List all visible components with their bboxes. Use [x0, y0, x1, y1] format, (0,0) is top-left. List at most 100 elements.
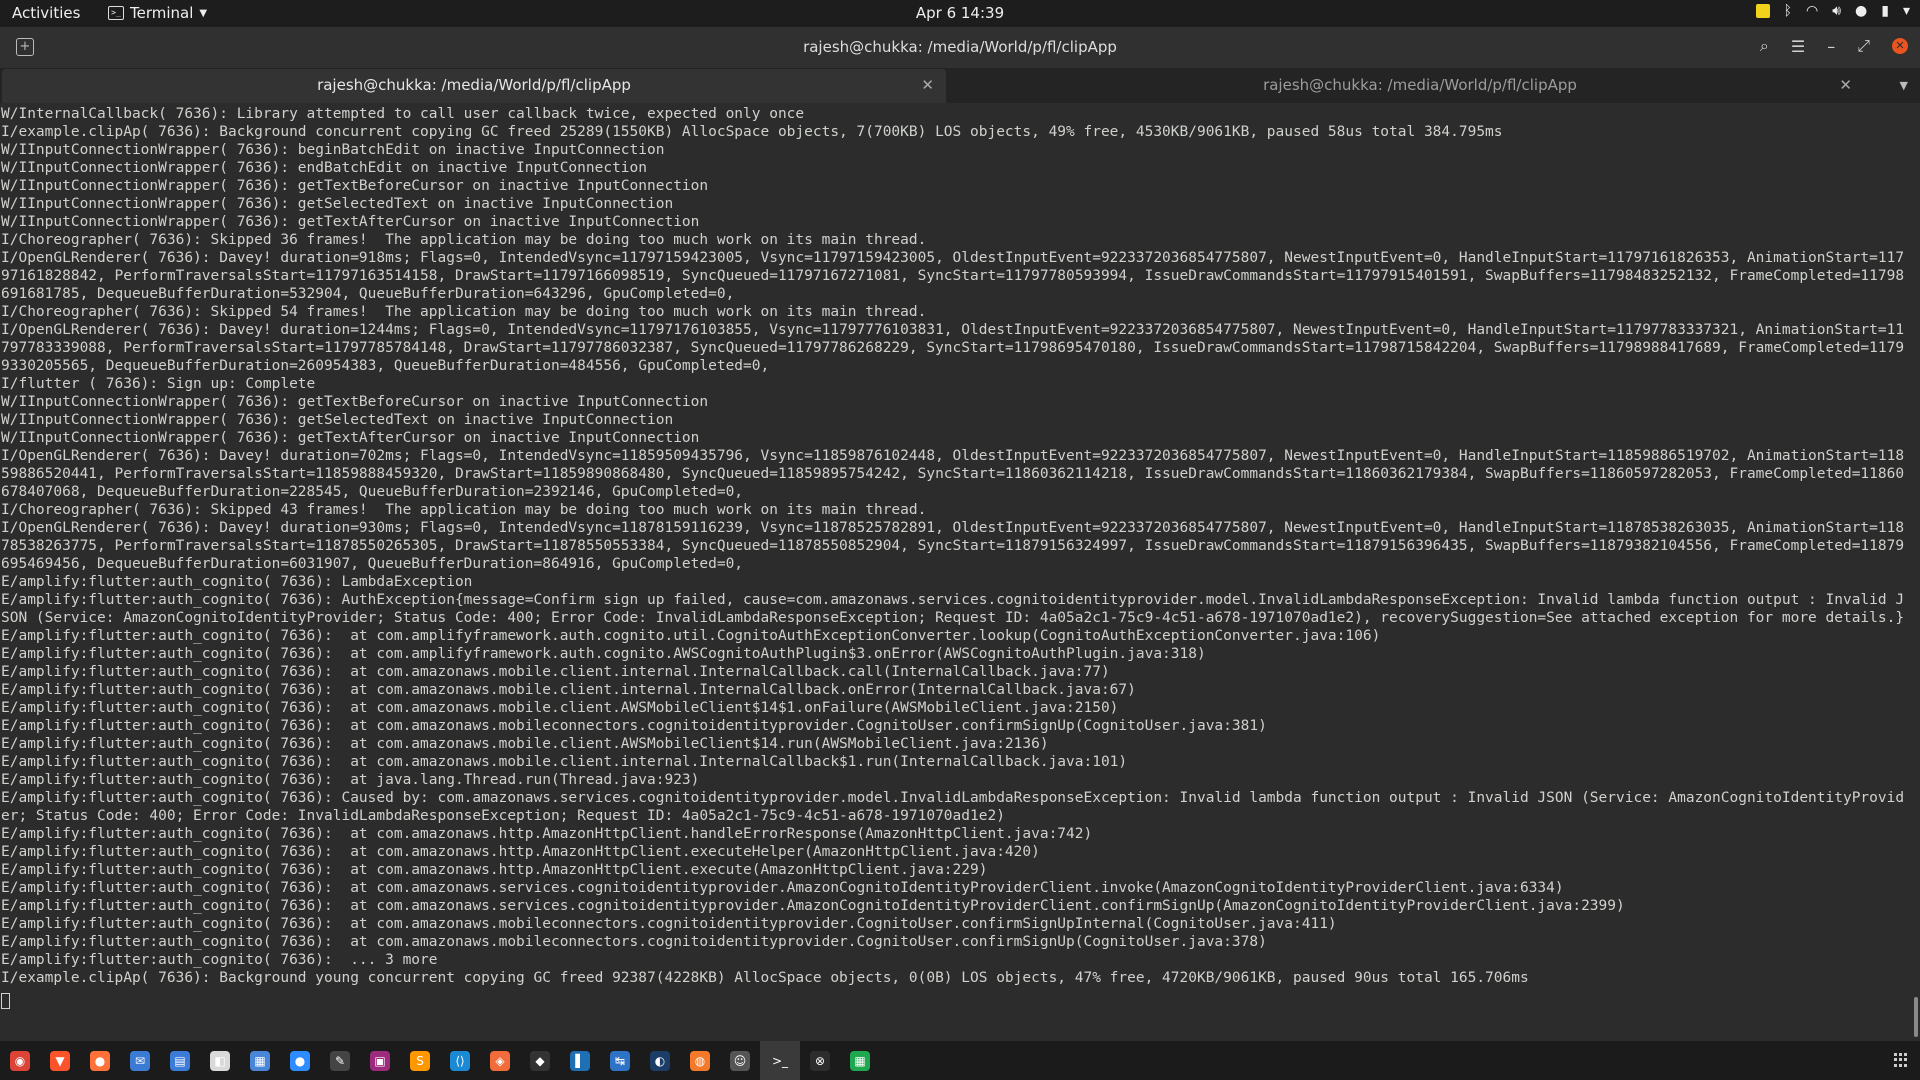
- tab-1[interactable]: rajesh@chukka: /media/World/p/fl/clipApp…: [2, 69, 946, 103]
- chevron-down-icon[interactable]: ▾: [1903, 3, 1910, 19]
- dock-item[interactable]: ◐: [640, 1041, 680, 1080]
- dock-item[interactable]: S: [400, 1041, 440, 1080]
- terminal-line: I/OpenGLRenderer( 7636): Davey! duration…: [1, 322, 1905, 374]
- microphone-icon[interactable]: ●: [1855, 3, 1867, 19]
- terminal-line: I/example.clipAp( 7636): Background youn…: [1, 970, 1529, 986]
- terminal-line: I/OpenGLRenderer( 7636): Davey! duration…: [1, 448, 1905, 500]
- spreadsheet-icon: ▦: [850, 1050, 870, 1071]
- dock-item[interactable]: >_: [760, 1041, 800, 1080]
- dock-item[interactable]: ▣: [360, 1041, 400, 1080]
- dock-item[interactable]: ▦: [240, 1041, 280, 1080]
- sourcetree-icon: ↹: [610, 1050, 630, 1071]
- terminal-output-area[interactable]: W/InternalCallback( 7636): Library attem…: [0, 103, 1912, 1041]
- dock-item[interactable]: ⊗: [800, 1041, 840, 1080]
- bluetooth-icon[interactable]: ᛒ: [1784, 3, 1792, 19]
- dock-item[interactable]: ◆: [520, 1041, 560, 1080]
- terminal-line: E/amplify:flutter:auth_cognito( 7636): a…: [1, 826, 1093, 842]
- sticky-notes-icon[interactable]: [1755, 4, 1770, 18]
- tab-bar: rajesh@chukka: /media/World/p/fl/clipApp…: [0, 69, 1920, 103]
- tab-label: rajesh@chukka: /media/World/p/fl/clipApp: [317, 76, 631, 94]
- firefox-icon: ●: [90, 1050, 110, 1071]
- dock-item[interactable]: ▼: [40, 1041, 80, 1080]
- activities-button[interactable]: Activities: [12, 4, 80, 22]
- wifi-icon[interactable]: ◠: [1806, 3, 1818, 19]
- dock-item[interactable]: ✉: [120, 1041, 160, 1080]
- scrollbar-thumb[interactable]: [1914, 997, 1918, 1037]
- text-editor-icon: ▦: [250, 1050, 270, 1071]
- app-menu[interactable]: >_ Terminal ▼: [108, 4, 207, 22]
- terminal-line: E/amplify:flutter:auth_cognito( 7636): a…: [1, 844, 1040, 860]
- clock[interactable]: Apr 6 14:39: [916, 4, 1004, 22]
- terminal-line: E/amplify:flutter:auth_cognito( 7636): .…: [1, 952, 438, 968]
- android-studio-icon: ▌: [570, 1050, 590, 1071]
- chrome-icon: ◉: [10, 1050, 30, 1071]
- terminal-log: W/InternalCallback( 7636): Library attem…: [0, 103, 1906, 987]
- dock-item[interactable]: ▤: [160, 1041, 200, 1080]
- close-icon[interactable]: ✕: [921, 69, 934, 102]
- maximize-button[interactable]: ⤢: [1857, 36, 1870, 56]
- blender-icon: ◍: [690, 1050, 710, 1071]
- dock-item[interactable]: ↹: [600, 1041, 640, 1080]
- terminal-line: W/IInputConnectionWrapper( 7636): getTex…: [1, 394, 709, 410]
- files-icon: ▤: [170, 1050, 190, 1071]
- scrollbar[interactable]: [1912, 103, 1920, 1041]
- terminal-line: W/InternalCallback( 7636): Library attem…: [1, 106, 805, 122]
- tab-2[interactable]: rajesh@chukka: /media/World/p/fl/clipApp…: [948, 69, 1892, 103]
- terminal-line: W/IInputConnectionWrapper( 7636): getTex…: [1, 430, 700, 446]
- software-icon: ◧: [210, 1050, 230, 1071]
- dock-item[interactable]: ◧: [200, 1041, 240, 1080]
- jetbrains-icon: ▣: [370, 1050, 390, 1071]
- dock-item[interactable]: ◈: [480, 1041, 520, 1080]
- terminal-line: W/IInputConnectionWrapper( 7636): getSel…: [1, 412, 674, 428]
- terminal-icon: >_: [108, 6, 124, 20]
- dock-item[interactable]: ●: [80, 1041, 120, 1080]
- search-icon[interactable]: ⌕: [1760, 36, 1769, 56]
- dock-item[interactable]: ☺: [720, 1041, 760, 1080]
- tab-label: rajesh@chukka: /media/World/p/fl/clipApp: [1263, 76, 1577, 94]
- terminal-line: E/amplify:flutter:auth_cognito( 7636): C…: [1, 790, 1905, 824]
- terminal-line: E/amplify:flutter:auth_cognito( 7636): L…: [1, 574, 473, 590]
- terminal-line: I/OpenGLRenderer( 7636): Davey! duration…: [1, 250, 1905, 302]
- volume-icon[interactable]: 🔊︎: [1832, 3, 1841, 19]
- battery-icon[interactable]: ▮: [1881, 3, 1889, 19]
- dock-item[interactable]: ▌: [560, 1041, 600, 1080]
- hamburger-menu-icon[interactable]: ☰: [1791, 37, 1805, 56]
- terminal-line: E/amplify:flutter:auth_cognito( 7636): A…: [1, 592, 1905, 626]
- terminal-line: E/amplify:flutter:auth_cognito( 7636): a…: [1, 700, 1119, 716]
- terminal-line: E/amplify:flutter:auth_cognito( 7636): a…: [1, 736, 1049, 752]
- close-icon[interactable]: ✕: [1839, 69, 1852, 102]
- terminal-line: E/amplify:flutter:auth_cognito( 7636): a…: [1, 682, 1136, 698]
- gimp-icon: ☺: [730, 1050, 750, 1071]
- terminal-line: E/amplify:flutter:auth_cognito( 7636): a…: [1, 718, 1267, 734]
- terminal-line: W/IInputConnectionWrapper( 7636): getSel…: [1, 196, 674, 212]
- terminal-line: I/Choreographer( 7636): Skipped 43 frame…: [1, 502, 927, 518]
- dock-item[interactable]: ✎: [320, 1041, 360, 1080]
- terminal-line: E/amplify:flutter:auth_cognito( 7636): a…: [1, 916, 1337, 932]
- terminal-line: I/Choreographer( 7636): Skipped 54 frame…: [1, 304, 927, 320]
- terminal-cursor: [1, 993, 10, 1009]
- dock-item[interactable]: ◉: [0, 1041, 40, 1080]
- thunderbird-icon: ✉: [130, 1050, 150, 1071]
- xbox-icon: ⊗: [810, 1050, 830, 1071]
- dock-item[interactable]: ▦: [840, 1041, 880, 1080]
- terminal-line: E/amplify:flutter:auth_cognito( 7636): a…: [1, 754, 1128, 770]
- dock-item[interactable]: ⟨⟩: [440, 1041, 480, 1080]
- terminal-icon: >_: [770, 1050, 790, 1071]
- vscode-icon: ⟨⟩: [450, 1050, 470, 1071]
- zoom-icon: ●: [290, 1050, 310, 1071]
- terminal-line: E/amplify:flutter:auth_cognito( 7636): a…: [1, 646, 1206, 662]
- terminal-line: E/amplify:flutter:auth_cognito( 7636): a…: [1, 862, 988, 878]
- terminal-line: I/Choreographer( 7636): Skipped 36 frame…: [1, 232, 927, 248]
- minimize-button[interactable]: –: [1827, 37, 1835, 56]
- system-tray[interactable]: ᛒ ◠ 🔊︎ ● ▮ ▾: [1755, 3, 1910, 19]
- terminal-line: E/amplify:flutter:auth_cognito( 7636): a…: [1, 772, 700, 788]
- show-applications-button[interactable]: [1894, 1053, 1908, 1067]
- tab-list-chevron-icon[interactable]: ▼: [1900, 69, 1908, 103]
- dock-item[interactable]: ◍: [680, 1041, 720, 1080]
- close-button[interactable]: ✕: [1892, 38, 1908, 54]
- postman-icon: ◈: [490, 1050, 510, 1071]
- top-panel: Activities >_ Terminal ▼ Apr 6 14:39 ᛒ ◠…: [0, 0, 1920, 27]
- new-tab-button[interactable]: +: [16, 38, 34, 56]
- dock-item[interactable]: ●: [280, 1041, 320, 1080]
- sublime-icon: S: [410, 1050, 430, 1071]
